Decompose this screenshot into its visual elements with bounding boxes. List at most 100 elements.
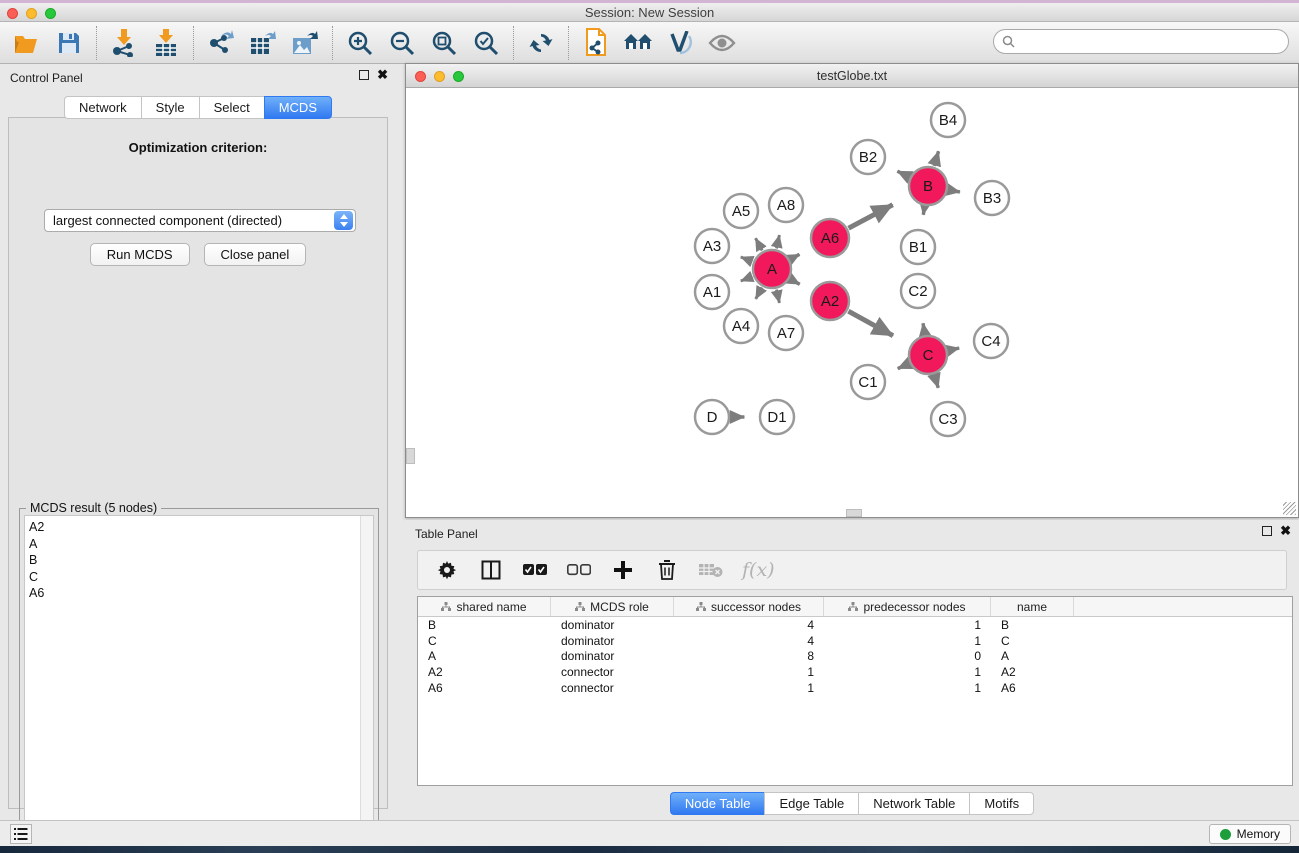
export-network-icon[interactable]	[204, 26, 238, 60]
edge-A-A6[interactable]	[791, 254, 800, 259]
edge-C-C1[interactable]	[898, 364, 909, 369]
table-tab-network-table[interactable]: Network Table	[858, 792, 969, 815]
node-C4[interactable]: C4	[974, 324, 1008, 358]
function-builder-icon[interactable]: f(x)	[742, 559, 775, 581]
column-layout-icon[interactable]	[478, 557, 504, 583]
mcds-result-item[interactable]: A2	[29, 519, 373, 536]
close-panel-button[interactable]: Close panel	[204, 243, 307, 266]
run-mcds-button[interactable]: Run MCDS	[90, 243, 190, 266]
mcds-result-item[interactable]: B	[29, 552, 373, 569]
node-A3[interactable]: A3	[695, 229, 729, 263]
edge-B-B1[interactable]	[923, 207, 924, 215]
mcds-result-item[interactable]: C	[29, 569, 373, 586]
node-table[interactable]: shared nameMCDS rolesuccessor nodesprede…	[417, 596, 1293, 786]
node-B3[interactable]: B3	[975, 181, 1009, 215]
search-input[interactable]	[1020, 32, 1288, 52]
table-close-panel-icon[interactable]: ✖	[1280, 526, 1291, 536]
edge-A-A3[interactable]	[741, 257, 753, 261]
node-A7[interactable]: A7	[769, 316, 803, 350]
refresh-icon[interactable]	[524, 26, 558, 60]
close-panel-icon[interactable]: ✖	[377, 70, 388, 80]
criterion-dropdown[interactable]: largest connected component (directed)	[44, 209, 356, 232]
column-header-MCDS-role[interactable]: MCDS role	[551, 597, 674, 616]
delete-table-icon[interactable]	[698, 557, 724, 583]
open-session-icon[interactable]	[10, 26, 44, 60]
add-column-icon[interactable]	[610, 557, 636, 583]
import-network-icon[interactable]	[107, 26, 141, 60]
tab-select[interactable]: Select	[199, 96, 264, 119]
mcds-result-item[interactable]: A	[29, 536, 373, 553]
zoom-out-icon[interactable]	[385, 26, 419, 60]
deselect-all-icon[interactable]	[566, 557, 592, 583]
vertical-scroll-thumb[interactable]	[406, 448, 415, 464]
column-header-name[interactable]: name	[991, 597, 1074, 616]
mcds-result-list[interactable]: A2ABCA6	[24, 515, 374, 841]
edge-C-C3[interactable]	[934, 375, 938, 388]
network-window-titlebar[interactable]: testGlobe.txt	[406, 64, 1298, 88]
node-A6[interactable]: A6	[811, 219, 849, 257]
table-float-panel-icon[interactable]	[1262, 526, 1272, 536]
column-header-predecessor-nodes[interactable]: predecessor nodes	[824, 597, 991, 616]
import-table-icon[interactable]	[149, 26, 183, 60]
memory-button[interactable]: Memory	[1209, 824, 1291, 844]
table-row[interactable]: A6connector11A6	[418, 680, 1292, 696]
table-row[interactable]: Adominator80A	[418, 649, 1292, 665]
node-A8[interactable]: A8	[769, 188, 803, 222]
table-row[interactable]: A2connector11A2	[418, 664, 1292, 680]
node-D1[interactable]: D1	[760, 400, 794, 434]
node-B4[interactable]: B4	[931, 103, 965, 137]
node-A2[interactable]: A2	[811, 282, 849, 320]
node-C1[interactable]: C1	[851, 365, 885, 399]
task-history-button[interactable]	[10, 824, 32, 844]
edge-A-A1[interactable]	[741, 277, 753, 281]
node-B2[interactable]: B2	[851, 140, 885, 174]
node-A1[interactable]: A1	[695, 275, 729, 309]
houses-icon[interactable]	[621, 26, 655, 60]
table-row[interactable]: Bdominator41B	[418, 617, 1292, 633]
network-file-icon[interactable]	[579, 26, 613, 60]
node-A[interactable]: A	[753, 250, 791, 288]
node-B[interactable]: B	[909, 167, 947, 205]
export-table-icon[interactable]	[246, 26, 280, 60]
edge-A2-C[interactable]	[848, 311, 893, 336]
column-header-shared-name[interactable]: shared name	[418, 597, 551, 616]
edge-A-A2[interactable]	[790, 279, 799, 284]
search-field[interactable]	[993, 29, 1289, 54]
export-image-icon[interactable]	[288, 26, 322, 60]
edge-B-B4[interactable]	[934, 151, 938, 166]
column-header-successor-nodes[interactable]: successor nodes	[674, 597, 824, 616]
table-tab-node-table[interactable]: Node Table	[670, 792, 765, 815]
tab-network[interactable]: Network	[64, 96, 141, 119]
tab-style[interactable]: Style	[141, 96, 199, 119]
details-toggle-icon[interactable]	[663, 26, 697, 60]
delete-icon[interactable]	[654, 557, 680, 583]
edge-A-A7[interactable]	[776, 290, 779, 303]
node-B1[interactable]: B1	[901, 230, 935, 264]
edge-C-C4[interactable]	[948, 348, 959, 350]
zoom-fit-icon[interactable]	[427, 26, 461, 60]
node-A4[interactable]: A4	[724, 309, 758, 343]
node-D[interactable]: D	[695, 400, 729, 434]
zoom-selected-icon[interactable]	[469, 26, 503, 60]
edge-A6-B[interactable]	[849, 205, 893, 228]
table-tab-edge-table[interactable]: Edge Table	[764, 792, 858, 815]
mcds-result-item[interactable]: A6	[29, 585, 373, 602]
edge-A-A8[interactable]	[776, 235, 779, 248]
tab-mcds[interactable]: MCDS	[264, 96, 332, 119]
edge-B-B2[interactable]	[897, 171, 909, 177]
float-panel-icon[interactable]	[359, 70, 369, 80]
save-session-icon[interactable]	[52, 26, 86, 60]
table-tab-motifs[interactable]: Motifs	[969, 792, 1034, 815]
node-C3[interactable]: C3	[931, 402, 965, 436]
node-A5[interactable]: A5	[724, 194, 758, 228]
network-canvas[interactable]: B4B2BB3A8A5A6A3B1AA1C2A2A4A7C4CC1C3DD1	[406, 88, 1298, 517]
edge-C-C2[interactable]	[923, 323, 925, 334]
resize-grip[interactable]	[1283, 502, 1296, 515]
edge-A-A5[interactable]	[756, 238, 763, 250]
node-C2[interactable]: C2	[901, 274, 935, 308]
network-graph[interactable]: B4B2BB3A8A5A6A3B1AA1C2A2A4A7C4CC1C3DD1	[406, 88, 1298, 517]
gear-icon[interactable]	[434, 557, 460, 583]
table-row[interactable]: Cdominator41C	[418, 633, 1292, 649]
list-scrollbar[interactable]	[360, 516, 373, 840]
eye-icon[interactable]	[705, 26, 739, 60]
